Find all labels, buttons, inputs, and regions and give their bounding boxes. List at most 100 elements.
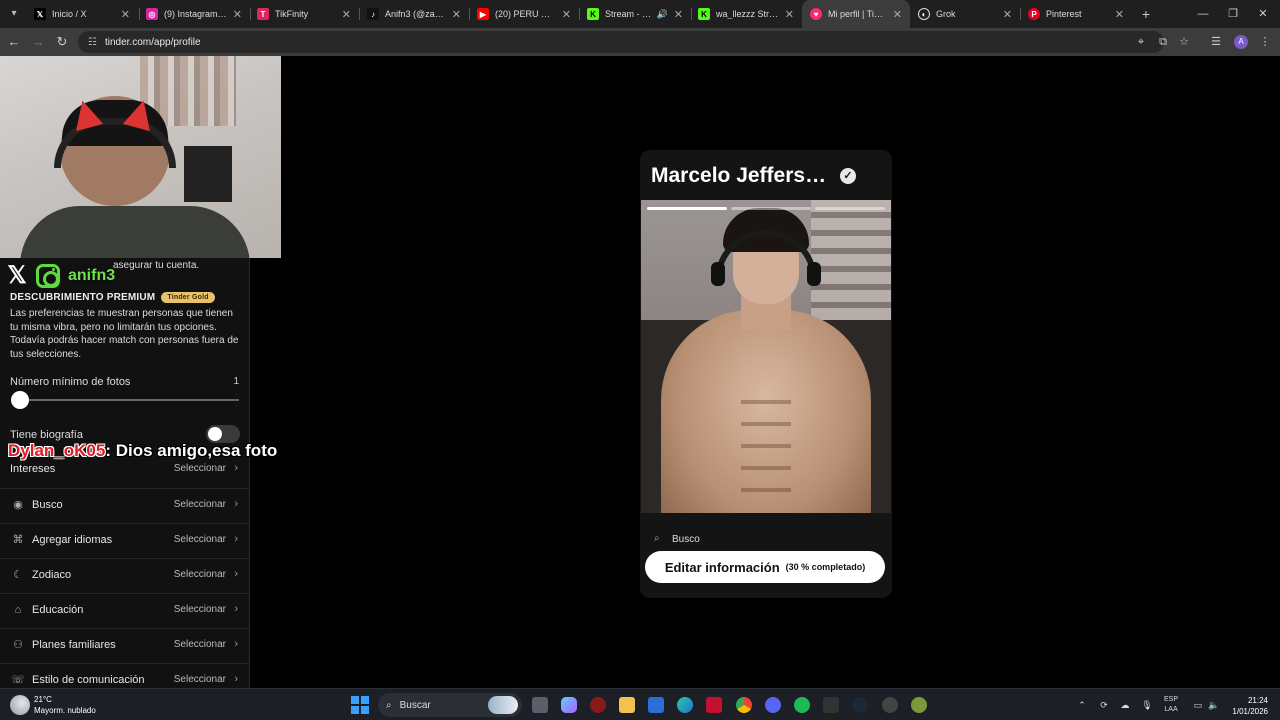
profile-avatar[interactable]: A: [1234, 35, 1248, 49]
tab-tikfinity[interactable]: T TikFinity ✕: [249, 0, 359, 28]
kick-logo-icon: K: [587, 8, 599, 20]
family-icon: ⚇: [13, 639, 23, 651]
app-icon[interactable]: [823, 697, 839, 713]
bookmark-star-icon[interactable]: ☆: [1175, 32, 1193, 52]
tab-tiktok[interactable]: ♪ Anifn3 (@zanifn3 ✕: [359, 0, 469, 28]
task-view-icon[interactable]: [532, 697, 548, 713]
headset-earcup: [807, 262, 821, 286]
tray-chevron-up-icon[interactable]: ⌃: [1074, 697, 1090, 713]
chrome-icon[interactable]: [736, 697, 752, 713]
tinder-gold-badge: Tinder Gold: [161, 292, 215, 303]
tikfinity-logo-icon: T: [257, 8, 269, 20]
taskbar-search[interactable]: ⌕ Buscar: [378, 693, 522, 717]
forward-icon[interactable]: →: [28, 32, 48, 52]
verified-badge-icon: ✓: [840, 168, 856, 184]
tab-kick-stream[interactable]: K Stream - Kick 🔊 ✕: [579, 0, 691, 28]
tray-app-icon[interactable]: ⟳: [1096, 697, 1112, 713]
restore-icon[interactable]: ❐: [1218, 0, 1248, 28]
close-tab-icon[interactable]: ✕: [893, 8, 902, 21]
photo-progress-segment[interactable]: [731, 207, 811, 210]
install-app-icon[interactable]: ⧉: [1154, 32, 1172, 52]
background-box: [184, 146, 232, 202]
close-tab-icon[interactable]: ✕: [342, 8, 351, 21]
close-tab-icon[interactable]: ✕: [785, 8, 794, 21]
close-tab-icon[interactable]: ✕: [562, 8, 571, 21]
chevron-right-icon: ›: [234, 462, 238, 474]
pinterest-logo-icon: P: [1028, 8, 1040, 20]
close-window-icon[interactable]: ✕: [1248, 0, 1278, 28]
edit-info-button[interactable]: Editar información (30 % completado): [645, 551, 885, 583]
discord-icon[interactable]: [765, 697, 781, 713]
app-icon[interactable]: [706, 697, 722, 713]
language-indicator[interactable]: ESP LAA: [1164, 695, 1178, 715]
tab-search-icon[interactable]: ▾: [4, 4, 24, 24]
profile-preview-card: Marcelo Jefferso... ✓ ⌕ Busco Editar inf…: [640, 150, 892, 598]
min-photos-slider-track[interactable]: [18, 399, 239, 401]
microphone-icon[interactable]: 🎙: [1139, 697, 1155, 713]
instagram-logo-icon: [36, 264, 60, 288]
new-tab-icon[interactable]: +: [1136, 4, 1156, 24]
close-tab-icon[interactable]: ✕: [1115, 8, 1124, 21]
location-icon[interactable]: ⌖: [1132, 32, 1150, 52]
tab-grok[interactable]: ◐ Grok ✕: [910, 0, 1020, 28]
file-explorer-icon[interactable]: [619, 697, 635, 713]
navigation-bar: ← → ↻ ☷ tinder.com/app/profile ⌖ ⧉ ☆ ☰ A…: [0, 28, 1280, 56]
url-text: tinder.com/app/profile: [104, 36, 201, 48]
close-tab-icon[interactable]: ✕: [121, 8, 130, 21]
x-logo-icon: 𝕏: [34, 8, 46, 20]
app-icon[interactable]: [911, 697, 927, 713]
edge-icon[interactable]: [677, 697, 693, 713]
language-icon: ⌘: [12, 534, 24, 546]
site-info-icon[interactable]: ☷: [88, 37, 97, 48]
option-row-zodiac[interactable]: ☾ Zodiaco Seleccionar ›: [0, 558, 249, 592]
option-row-communication-style[interactable]: ☏ Estilo de comunicación Seleccionar ›: [0, 663, 249, 688]
steam-icon[interactable]: [852, 697, 868, 713]
option-row-education[interactable]: ⌂ Educación Seleccionar ›: [0, 593, 249, 627]
taskbar-clock[interactable]: 21:24 1/01/2026: [1226, 695, 1268, 717]
min-photos-slider-handle[interactable]: [11, 391, 29, 409]
close-tab-icon[interactable]: ✕: [452, 8, 461, 21]
display-icon[interactable]: ▭: [1190, 697, 1206, 713]
reload-icon[interactable]: ↻: [52, 32, 72, 52]
tab-youtube[interactable]: ▶ (20) PERU REWIN ✕: [469, 0, 579, 28]
tab-tinder[interactable]: ♥ Mi perfil | Tinder ✕: [802, 0, 910, 28]
menu-kebab-icon[interactable]: ⋮: [1256, 32, 1274, 52]
weather-cloud-icon[interactable]: [10, 695, 30, 715]
tab-pinterest[interactable]: P Pinterest ✕: [1020, 0, 1132, 28]
weather-widget[interactable]: 21°C Mayorm. nublado: [34, 694, 96, 716]
app-icon[interactable]: [590, 697, 606, 713]
webcam-overlay: [0, 56, 281, 258]
chevron-right-icon: ›: [234, 568, 238, 580]
windows-start-icon[interactable]: [351, 696, 369, 714]
option-row-family-plans[interactable]: ⚇ Planes familiares Seleccionar ›: [0, 628, 249, 662]
profile-photo[interactable]: [641, 200, 891, 513]
tray-cloud-icon[interactable]: ☁: [1117, 697, 1133, 713]
min-photos-label: Número mínimo de fotos: [10, 376, 131, 388]
spotify-icon[interactable]: [794, 697, 810, 713]
photo-progress-segment[interactable]: [815, 207, 885, 210]
toggle-knob: [208, 427, 222, 441]
close-tab-icon[interactable]: ✕: [233, 8, 242, 21]
chat-text: : Dios amigo,esa foto: [105, 441, 278, 460]
wall-photos: [811, 200, 891, 320]
obs-icon[interactable]: [882, 697, 898, 713]
minimize-icon[interactable]: —: [1188, 0, 1218, 28]
back-icon[interactable]: ←: [4, 32, 24, 52]
close-tab-icon[interactable]: ✕: [1003, 8, 1012, 21]
address-bar[interactable]: ☷ tinder.com/app/profile: [78, 31, 1164, 53]
chat-username: Dylan_oK05: [8, 441, 106, 460]
streamer-handle: anifn3: [68, 267, 116, 284]
option-row-languages[interactable]: ⌘ Agregar idiomas Seleccionar ›: [0, 523, 249, 557]
microsoft-store-icon[interactable]: [648, 697, 664, 713]
tab-instagram[interactable]: ◎ (9) Instagram • M ✕: [138, 0, 250, 28]
tab-search-list-icon[interactable]: ☰: [1207, 32, 1225, 52]
speaker-icon[interactable]: 🔊: [657, 9, 668, 20]
tab-x[interactable]: 𝕏 Inicio / X ✕: [26, 0, 138, 28]
speaker-icon[interactable]: 🔈: [1206, 697, 1222, 713]
education-icon: ⌂: [14, 604, 22, 616]
close-tab-icon[interactable]: ✕: [674, 8, 683, 21]
photo-progress-segment-active[interactable]: [647, 207, 727, 210]
copilot-icon[interactable]: [561, 697, 577, 713]
tab-kick-wallezzz[interactable]: K wa_llezzz Stream ✕: [690, 0, 802, 28]
option-row-looking-for[interactable]: ◉ Busco Seleccionar ›: [0, 488, 249, 522]
